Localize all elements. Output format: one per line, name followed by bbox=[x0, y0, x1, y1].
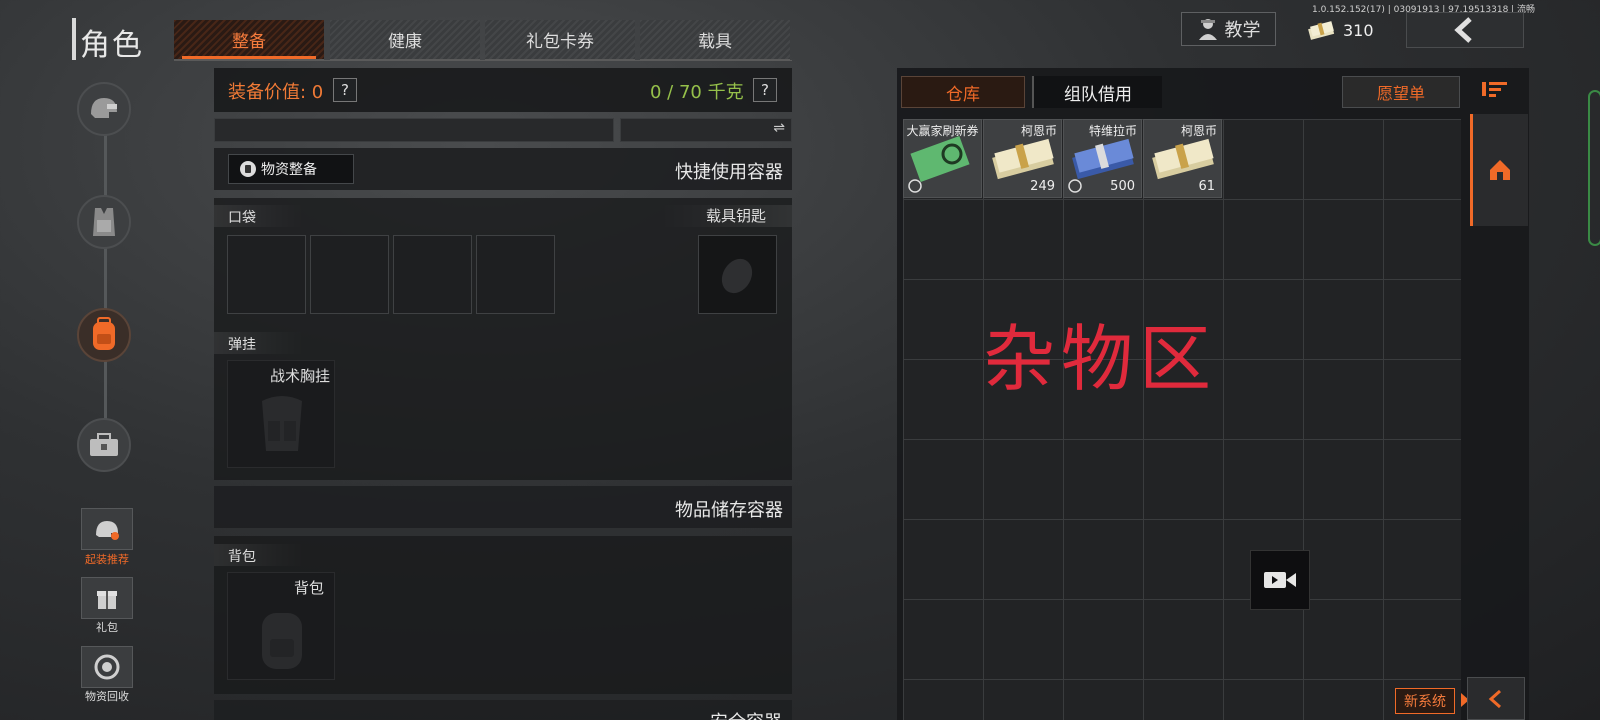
video-camera-icon bbox=[1264, 572, 1296, 588]
tab-warehouse[interactable]: 仓库 bbox=[901, 76, 1025, 108]
tab-team-borrow[interactable]: 组队借用 bbox=[1032, 76, 1162, 108]
item-name: 特维拉币 bbox=[1088, 124, 1137, 138]
loadout-recommend-label: 起装推荐 bbox=[85, 553, 129, 566]
carry-weight: 0 / 70 千克 bbox=[650, 82, 744, 103]
weight-help-button[interactable]: ? bbox=[753, 78, 777, 102]
loadout-bar-left bbox=[214, 118, 614, 142]
tutorial-button[interactable]: 教学 bbox=[1181, 12, 1276, 46]
chevron-left-icon bbox=[1454, 17, 1472, 43]
backpack-icon bbox=[93, 317, 115, 350]
item-name: 大赢家刷新券 bbox=[906, 124, 979, 138]
pocket-slot-3[interactable] bbox=[393, 235, 472, 314]
tab-equip[interactable]: 整备 bbox=[174, 20, 324, 60]
wishlist-button[interactable]: 愿望单 bbox=[1342, 76, 1460, 108]
safe-container-title: 安全容器 bbox=[710, 708, 782, 720]
swap-icon: ⇌ bbox=[773, 120, 785, 136]
item-refresh-voucher[interactable]: 大赢家刷新券 bbox=[903, 119, 982, 198]
armor-icon bbox=[93, 208, 115, 236]
warehouse-home-tab[interactable] bbox=[1470, 114, 1528, 226]
home-icon bbox=[1490, 160, 1510, 180]
rig-label: 弹挂 bbox=[228, 337, 256, 353]
cash-stack-icon bbox=[1308, 21, 1335, 40]
zone-label: 杂物区 bbox=[983, 317, 1218, 401]
video-button[interactable] bbox=[1250, 550, 1310, 610]
tab-underline bbox=[174, 60, 792, 61]
armor-slot-button[interactable] bbox=[77, 195, 131, 249]
pocket-label: 口袋 bbox=[228, 210, 256, 226]
backpack-label: 背包 bbox=[228, 549, 256, 565]
new-system-badge[interactable]: 新系统 bbox=[1395, 688, 1455, 714]
storage-container-title: 物品储存容器 bbox=[675, 500, 783, 521]
item-count: 61 bbox=[1198, 179, 1215, 194]
helmet-slot-button[interactable] bbox=[77, 82, 131, 136]
toolbox-slot-button[interactable] bbox=[77, 418, 131, 472]
gift-icon bbox=[97, 591, 117, 609]
value-help-button[interactable]: ? bbox=[333, 78, 357, 102]
collapse-button[interactable] bbox=[1467, 677, 1525, 720]
item-name: 柯恩币 bbox=[1020, 124, 1057, 138]
supply-icon bbox=[240, 161, 256, 177]
item-coen-coin[interactable]: 柯恩币 61 bbox=[1143, 119, 1222, 198]
item-count: 249 bbox=[1030, 179, 1055, 194]
pocket-slot-1[interactable] bbox=[227, 235, 306, 314]
loadout-bar-right[interactable]: ⇌ bbox=[620, 118, 792, 142]
nav-rail bbox=[104, 120, 107, 450]
recycle-icon bbox=[94, 654, 120, 680]
tab-vehicle[interactable]: 载具 bbox=[640, 20, 790, 60]
currency-display: 310 bbox=[1307, 16, 1405, 44]
back-button[interactable] bbox=[1406, 12, 1524, 48]
page-title: 角色 bbox=[80, 28, 144, 63]
key-icon bbox=[721, 258, 753, 294]
instructor-icon bbox=[1198, 19, 1217, 40]
helmet-icon bbox=[91, 98, 117, 118]
supply-prep-button[interactable]: 物资整备 bbox=[228, 154, 354, 184]
warehouse-grid[interactable] bbox=[903, 119, 1461, 720]
backpack-slot[interactable]: 背包 bbox=[227, 572, 335, 680]
equipment-value: 装备价值: 0 bbox=[228, 82, 324, 103]
recycle-button[interactable] bbox=[81, 646, 133, 688]
gift-button[interactable] bbox=[81, 577, 133, 619]
item-coen-coin[interactable]: 柯恩币 249 bbox=[983, 119, 1062, 198]
rig-slot[interactable]: 战术胸挂 bbox=[227, 360, 335, 468]
title-accent-bar bbox=[72, 18, 76, 60]
safe-container-header: 安全容器 bbox=[214, 700, 792, 720]
rig-item-name: 战术胸挂 bbox=[269, 367, 330, 385]
recycle-label: 物资回收 bbox=[85, 690, 129, 703]
sort-icon bbox=[1482, 82, 1507, 97]
vehicle-key-label: 载具钥匙 bbox=[706, 207, 767, 225]
quick-container-title: 快捷使用容器 bbox=[675, 162, 783, 183]
item-name: 柯恩币 bbox=[1180, 124, 1217, 138]
loadout-recommend-button[interactable] bbox=[81, 508, 133, 550]
pocket-slot-4[interactable] bbox=[476, 235, 555, 314]
backpack-slot-button[interactable] bbox=[77, 308, 131, 362]
toolbox-icon bbox=[90, 433, 118, 456]
sort-button[interactable] bbox=[1480, 78, 1510, 100]
pocket-slot-2[interactable] bbox=[310, 235, 389, 314]
chevron-left-icon bbox=[1488, 689, 1501, 708]
tab-health[interactable]: 健康 bbox=[330, 20, 480, 60]
side-handle[interactable] bbox=[1588, 90, 1600, 246]
helmet-gear-icon bbox=[96, 521, 119, 540]
vehicle-key-slot[interactable] bbox=[698, 235, 777, 314]
backpack-item-name: 背包 bbox=[293, 579, 324, 597]
gift-label: 礼包 bbox=[96, 621, 118, 634]
tab-gift-vouchers[interactable]: 礼包卡券 bbox=[485, 20, 635, 60]
item-tevila-coin[interactable]: 特维拉币 500 bbox=[1063, 119, 1142, 198]
item-count: 500 bbox=[1110, 179, 1135, 194]
